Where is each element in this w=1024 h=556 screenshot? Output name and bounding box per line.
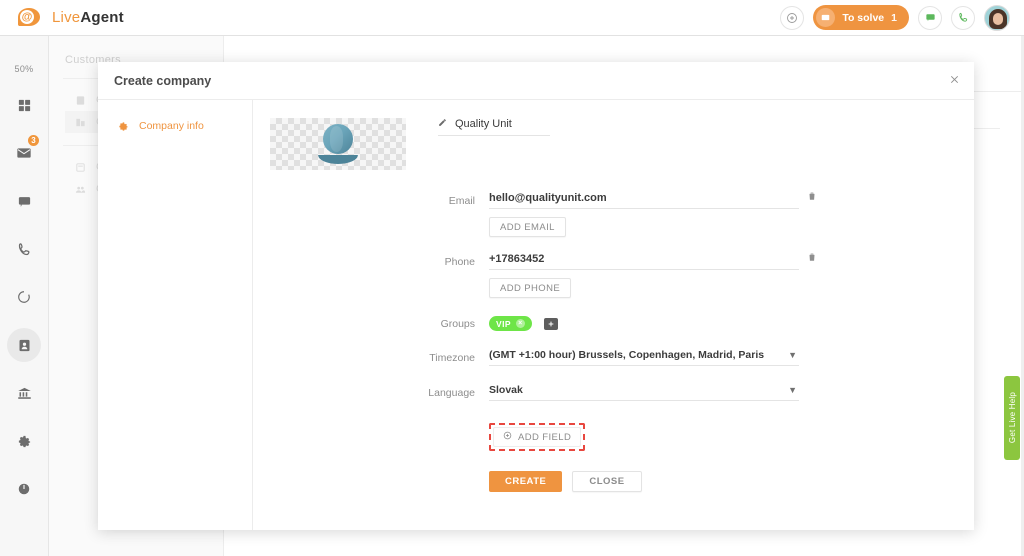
add-field-highlight: ADD FIELD: [489, 423, 585, 451]
plus-circle-icon[interactable]: [780, 6, 804, 30]
rail-item-customers[interactable]: [7, 328, 41, 362]
language-row: Language Slovak ▼: [253, 384, 974, 401]
add-group-icon[interactable]: [544, 318, 558, 330]
phone-row: Phone +17863452: [253, 253, 974, 270]
power-icon: [17, 482, 31, 496]
dashboard-grid-icon: [17, 98, 32, 113]
modal-nav-company-info[interactable]: Company info: [98, 116, 252, 136]
language-label: Language: [253, 387, 489, 399]
liveagent-logo-icon: @: [18, 8, 44, 28]
close-button[interactable]: CLOSE: [572, 471, 641, 492]
modal-nav-label: Company info: [139, 120, 204, 132]
to-solve-count: 1: [891, 12, 897, 24]
add-field-label: ADD FIELD: [518, 432, 571, 443]
top-bar: @ LiveAgent To solve 1: [0, 0, 1024, 36]
to-solve-button[interactable]: To solve 1: [813, 5, 909, 30]
get-live-help-label: Get Live Help: [1008, 392, 1017, 443]
phone-input[interactable]: +17863452: [489, 253, 799, 270]
add-email-row: ADD EMAIL: [253, 209, 974, 237]
phone-icon: [17, 242, 32, 257]
rail-item-tickets[interactable]: 3: [7, 136, 41, 170]
chat-bubble-icon: [17, 194, 32, 209]
modal-side-nav: Company info: [98, 100, 253, 530]
timezone-row: Timezone (GMT +1:00 hour) Brussels, Cope…: [253, 349, 974, 366]
phone-label: Phone: [253, 256, 489, 268]
brand-text: LiveAgent: [52, 9, 124, 26]
add-field-button[interactable]: ADD FIELD: [493, 427, 581, 447]
timezone-value: (GMT +1:00 hour) Brussels, Copenhagen, M…: [489, 349, 799, 366]
notes-icon: [75, 162, 86, 173]
chat-icon[interactable]: [918, 6, 942, 30]
language-value: Slovak: [489, 384, 799, 401]
company-logo-placeholder[interactable]: [270, 118, 406, 170]
group-tag-label: VIP: [496, 319, 511, 329]
company-name-value: Quality Unit: [455, 118, 512, 130]
create-company-modal: Create company Company info: [98, 62, 974, 530]
rail-item-status[interactable]: [7, 280, 41, 314]
circle-progress-icon: [17, 290, 31, 304]
group-tag-vip[interactable]: VIP ×: [489, 316, 532, 331]
company-name-field[interactable]: Quality Unit: [438, 118, 550, 136]
pencil-icon: [438, 118, 447, 130]
avatar[interactable]: [984, 5, 1010, 31]
chevron-down-icon: ▼: [788, 385, 797, 395]
rail-item-calls[interactable]: [7, 232, 41, 266]
language-select[interactable]: Slovak ▼: [489, 384, 799, 401]
phone-icon[interactable]: [951, 6, 975, 30]
to-solve-label: To solve: [842, 12, 884, 24]
contact-card-icon: [75, 95, 86, 106]
unread-badge: 3: [27, 134, 40, 147]
envelope-icon: [816, 8, 835, 27]
companies-icon: [75, 117, 86, 128]
groups-row: Groups VIP ×: [253, 316, 974, 331]
groups-icon: [75, 184, 86, 195]
capacity-percent: 50%: [15, 64, 34, 74]
add-phone-row: ADD PHONE: [253, 270, 974, 298]
bank-icon: [17, 386, 32, 401]
rail-item-dashboard[interactable]: [7, 88, 41, 122]
gear-icon: [17, 434, 32, 449]
logo-and-name-row: Quality Unit: [253, 118, 974, 170]
close-circle-icon[interactable]: ×: [516, 319, 525, 328]
add-email-button[interactable]: ADD EMAIL: [489, 217, 566, 237]
brand-agent-text: Agent: [80, 9, 124, 26]
rail-item-chats[interactable]: [7, 184, 41, 218]
modal-header: Create company: [98, 62, 974, 100]
rail-item-power[interactable]: [7, 472, 41, 506]
modal-action-buttons: CREATE CLOSE: [489, 471, 974, 492]
app-root: @ LiveAgent To solve 1: [0, 0, 1024, 556]
email-input[interactable]: hello@qualityunit.com: [489, 192, 799, 209]
at-sign-glyph: @: [20, 10, 34, 24]
brand-live-text: Live: [52, 9, 80, 26]
gear-icon: [118, 121, 129, 132]
email-label: Email: [253, 195, 489, 207]
timezone-select[interactable]: (GMT +1:00 hour) Brussels, Copenhagen, M…: [489, 349, 799, 366]
left-nav-rail: 50% 3: [0, 36, 49, 556]
top-bar-actions: To solve 1: [780, 5, 1024, 31]
modal-main-form: Quality Unit Email hello@qualityunit.com: [253, 100, 974, 530]
brand-logo[interactable]: @ LiveAgent: [0, 8, 124, 28]
add-phone-button[interactable]: ADD PHONE: [489, 278, 571, 298]
logo-swoosh-shape: [318, 155, 358, 164]
modal-title: Create company: [114, 74, 211, 88]
trash-icon[interactable]: [807, 252, 817, 265]
get-live-help-tab[interactable]: Get Live Help: [1004, 376, 1020, 460]
logo-sphere-shape: [323, 124, 353, 154]
timezone-label: Timezone: [253, 352, 489, 364]
rail-item-reports[interactable]: [7, 376, 41, 410]
email-icon: [16, 145, 32, 161]
contacts-icon: [17, 338, 32, 353]
groups-label: Groups: [253, 318, 489, 330]
rail-item-settings[interactable]: [7, 424, 41, 458]
chevron-down-icon: ▼: [788, 350, 797, 360]
add-circle-icon: [503, 431, 512, 443]
modal-body: Company info Quality Uni: [98, 100, 974, 530]
trash-icon[interactable]: [807, 191, 817, 204]
close-icon[interactable]: [949, 73, 960, 88]
create-button[interactable]: CREATE: [489, 471, 562, 492]
email-row: Email hello@qualityunit.com: [253, 192, 974, 209]
